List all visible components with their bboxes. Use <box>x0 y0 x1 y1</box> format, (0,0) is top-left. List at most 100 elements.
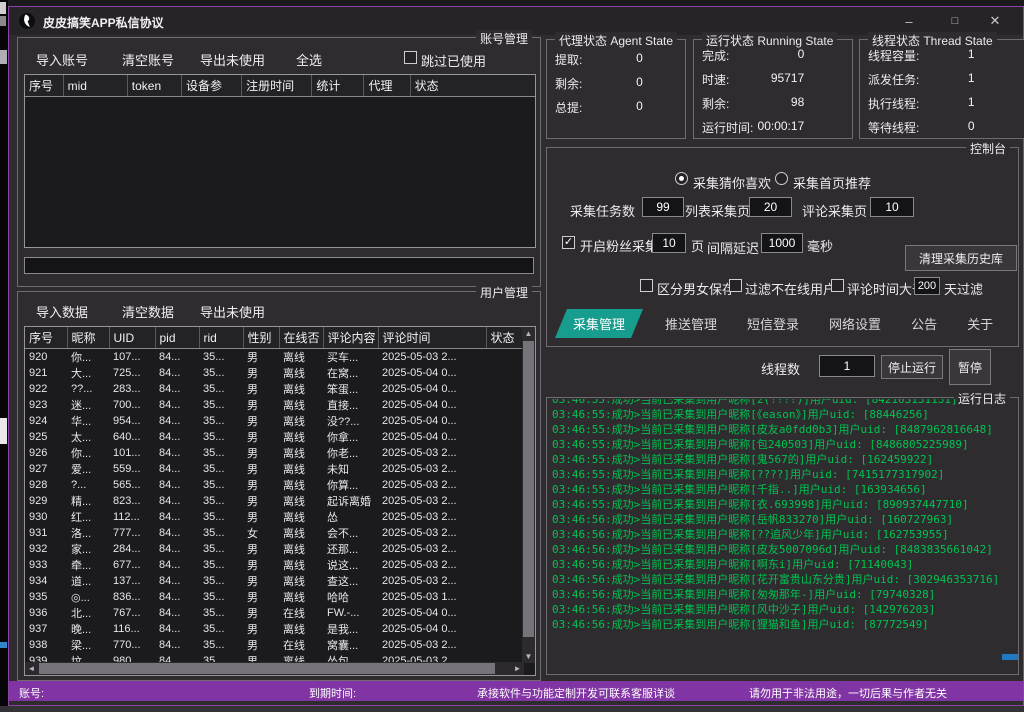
radio-collect-guess-you-like[interactable] <box>675 172 688 185</box>
export-unused-data-button[interactable]: 导出未使用 <box>200 302 265 321</box>
select-all-button[interactable]: 全选 <box>296 50 322 69</box>
fan-collect-pages-input[interactable] <box>652 233 686 253</box>
table-row[interactable]: 937晚...116...84...35...男离线是我...2025-05-0… <box>25 621 522 637</box>
clear-data-button[interactable]: 清空数据 <box>122 302 174 321</box>
table-row[interactable]: 931洛...777...84...35...女离线会不...2025-05-0… <box>25 525 522 541</box>
pause-button[interactable]: 暂停 <box>949 349 991 385</box>
collect-task-count-input[interactable] <box>642 197 684 217</box>
tab-item[interactable]: 短信登录 <box>739 309 807 338</box>
column-header[interactable]: 评论时间 <box>378 327 486 349</box>
export-unused-accounts-button[interactable]: 导出未使用 <box>200 50 265 69</box>
skip-used-checkbox[interactable] <box>404 51 417 64</box>
user-table-vscrollbar[interactable]: ▲ ▼ <box>522 327 535 663</box>
column-header[interactable]: 注册时间 <box>242 75 312 97</box>
maximize-icon[interactable]: □ <box>933 7 977 35</box>
minimize-icon[interactable]: – <box>887 7 931 35</box>
column-header[interactable]: 在线否 <box>279 327 323 349</box>
table-row[interactable]: 932家...284...84...35...男离线还那...2025-05-0… <box>25 541 522 557</box>
table-row[interactable]: 938梁...770...84...35...男在线窝囊...2025-05-0… <box>25 637 522 653</box>
table-cell: 男 <box>243 461 279 477</box>
table-cell: 窝囊... <box>323 637 378 653</box>
tab-item[interactable]: 关于 <box>959 309 1001 338</box>
comment-time-filter-checkbox[interactable] <box>831 279 844 292</box>
table-row[interactable]: 929精...823...84...35...男离线起诉离婚2025-05-03… <box>25 493 522 509</box>
account-status-field[interactable] <box>24 257 534 274</box>
column-header[interactable]: 昵称 <box>67 327 109 349</box>
comment-time-days-input[interactable] <box>914 277 940 295</box>
table-row[interactable]: 923迷...700...84...35...男离线直接...2025-05-0… <box>25 397 522 413</box>
import-accounts-button[interactable]: 导入账号 <box>36 50 88 69</box>
table-cell: 男 <box>243 621 279 637</box>
comment-collect-pages-input[interactable] <box>870 197 914 217</box>
interval-delay-input[interactable] <box>761 233 803 253</box>
table-row[interactable]: 934道...137...84...35...男离线查这...2025-05-0… <box>25 573 522 589</box>
scroll-up-icon[interactable]: ▲ <box>522 327 535 340</box>
log-line: 03:46:56:成功>当前已采集到用户昵称[岳帆833270]用户uid: [… <box>552 512 1008 527</box>
table-cell: 922 <box>25 381 67 397</box>
clear-accounts-button[interactable]: 清空账号 <box>122 50 174 69</box>
column-header[interactable]: 序号 <box>25 75 63 97</box>
table-cell: 家... <box>67 541 109 557</box>
state-row: 完成:0 <box>702 47 844 64</box>
clear-collect-history-button[interactable]: 清理采集历史库 <box>905 245 1017 271</box>
stop-run-button[interactable]: 停止运行 <box>881 355 943 379</box>
table-cell: 2025-05-03 2... <box>378 493 486 509</box>
split-gender-checkbox[interactable] <box>640 279 653 292</box>
tab-active[interactable]: 采集管理 <box>555 309 643 338</box>
filter-offline-checkbox[interactable] <box>729 279 742 292</box>
status-bar: 账号: 到期时间: 承接软件与功能定制开发可联系客服详谈 请勿用于非法用途，一切… <box>9 681 1023 701</box>
table-cell: 男 <box>243 573 279 589</box>
table-cell: 725... <box>109 365 155 381</box>
column-header[interactable]: token <box>127 75 181 97</box>
table-row[interactable]: 933牵...677...84...35...男离线说这...2025-05-0… <box>25 557 522 573</box>
table-row[interactable]: 935◎...836...84...35...男离线哈哈2025-05-03 1… <box>25 589 522 605</box>
log-output[interactable]: 03:46:55:成功>当前已采集到用户昵称[2(!!!!)]用户uid: [8… <box>552 399 1008 671</box>
scroll-right-icon[interactable]: ► <box>511 662 524 675</box>
column-header[interactable]: 序号 <box>25 327 67 349</box>
table-row[interactable]: 936北...767...84...35...男在线FW.-...2025-05… <box>25 605 522 621</box>
column-header[interactable]: 状态 <box>486 327 522 349</box>
close-icon[interactable]: ✕ <box>972 7 1018 35</box>
column-header[interactable]: 评论内容 <box>323 327 378 349</box>
table-row[interactable]: 924华...954...84...35...男离线没??...2025-05-… <box>25 413 522 429</box>
user-table-hscrollbar[interactable]: ◄ ► <box>25 662 524 675</box>
list-collect-pages-input[interactable] <box>749 197 792 217</box>
table-cell: 284... <box>109 541 155 557</box>
column-header[interactable]: UID <box>109 327 155 349</box>
vscrollbar-thumb[interactable] <box>523 341 534 637</box>
thread-count-input[interactable] <box>819 355 875 377</box>
column-header[interactable]: 性别 <box>243 327 279 349</box>
table-cell: 35... <box>199 445 243 461</box>
column-header[interactable]: rid <box>199 327 243 349</box>
column-header[interactable]: 设备参 <box>181 75 241 97</box>
table-cell: 离线 <box>279 557 323 573</box>
log-scrollbar-thumb[interactable] <box>1002 654 1018 660</box>
state-value: 0 <box>968 119 975 136</box>
column-header[interactable]: 代理 <box>364 75 410 97</box>
column-header[interactable]: pid <box>155 327 199 349</box>
tab-item[interactable]: 推送管理 <box>657 309 725 338</box>
table-row[interactable]: 930红...112...84...35...男离线怂2025-05-03 2.… <box>25 509 522 525</box>
table-row[interactable]: 926你...101...84...35...男离线你老...2025-05-0… <box>25 445 522 461</box>
state-value: 95717 <box>771 71 804 88</box>
tab-item[interactable]: 网络设置 <box>821 309 889 338</box>
radio-collect-home-recommend[interactable] <box>775 172 788 185</box>
column-header[interactable]: 统计 <box>312 75 364 97</box>
column-header[interactable]: mid <box>63 75 127 97</box>
log-line: 03:46:55:成功>当前已采集到用户昵称[皮友a0fdd0b3]用户uid:… <box>552 422 1008 437</box>
fan-collect-checkbox[interactable] <box>562 236 575 249</box>
table-row[interactable]: 920你...107...84...35...男离线买车...2025-05-0… <box>25 349 522 366</box>
table-row[interactable]: 927爱...559...84...35...男离线未知2025-05-03 2… <box>25 461 522 477</box>
log-line: 03:46:56:成功>当前已采集到用户昵称[??追风少年]用户uid: [16… <box>552 527 1008 542</box>
table-row[interactable]: 921大...725...84...35...男离线在窝...2025-05-0… <box>25 365 522 381</box>
state-label: 完成: <box>702 47 729 64</box>
hscrollbar-thumb[interactable] <box>39 663 495 674</box>
table-row[interactable]: 928?...565...84...35...男离线你算...2025-05-0… <box>25 477 522 493</box>
table-row[interactable]: 922??...283...84...35...男离线笨蛋...2025-05-… <box>25 381 522 397</box>
column-header[interactable]: 状态 <box>410 75 536 97</box>
table-row[interactable]: 925太...640...84...35...男离线你拿...2025-05-0… <box>25 429 522 445</box>
table-cell: 35... <box>199 557 243 573</box>
import-data-button[interactable]: 导入数据 <box>36 302 88 321</box>
tab-item[interactable]: 公告 <box>903 309 945 338</box>
scroll-left-icon[interactable]: ◄ <box>25 662 38 675</box>
